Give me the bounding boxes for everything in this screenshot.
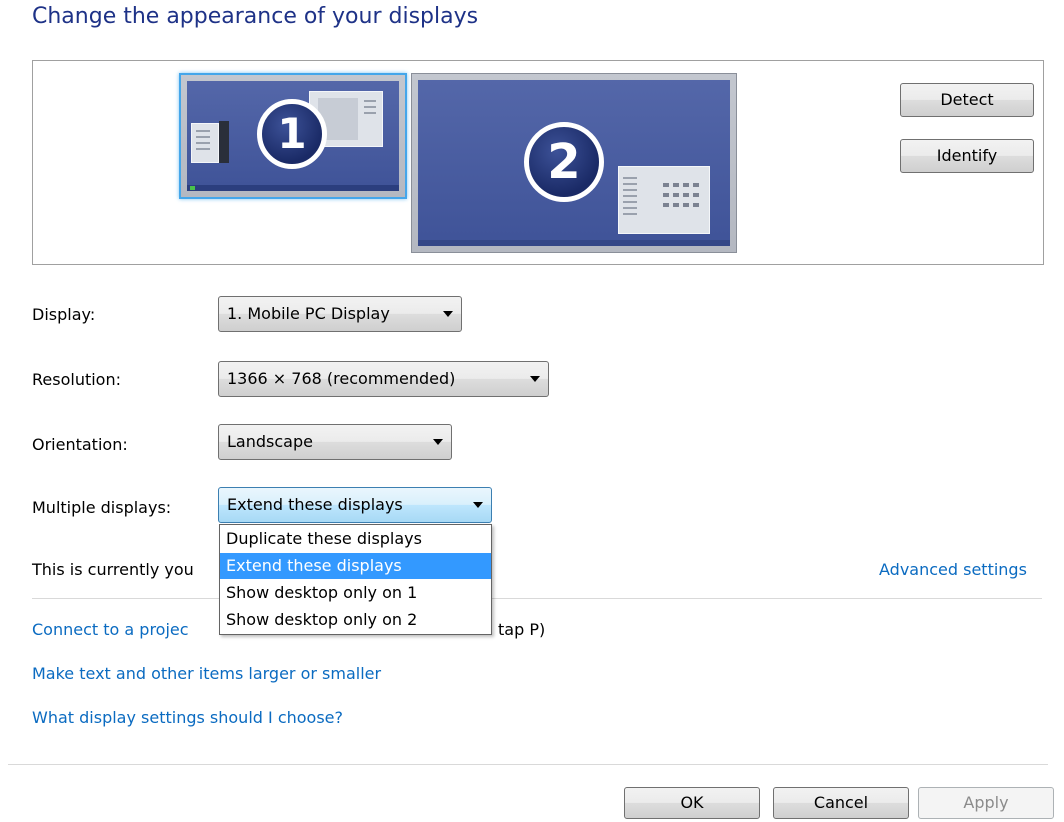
monitor-1-screen: 1 <box>187 81 399 191</box>
apply-button[interactable]: Apply <box>918 787 1054 819</box>
resolution-select-value: 1366 × 768 (recommended) <box>227 369 456 388</box>
ok-button-label: OK <box>680 793 704 812</box>
orientation-select[interactable]: Landscape <box>218 424 452 460</box>
advanced-settings-link[interactable]: Advanced settings <box>879 560 1027 579</box>
cancel-button[interactable]: Cancel <box>773 787 909 819</box>
multiple-displays-dropdown-list: Duplicate these displays Extend these di… <box>219 524 492 635</box>
monitor-2-thumbnail[interactable]: 2 <box>411 73 737 253</box>
apply-button-label: Apply <box>963 793 1009 812</box>
detect-button[interactable]: Detect <box>900 83 1034 117</box>
taskbar <box>418 240 730 246</box>
taskbar <box>187 185 399 191</box>
display-select-value: 1. Mobile PC Display <box>227 304 390 323</box>
window-thumbnail-dark <box>219 121 229 163</box>
connect-projector-shortcut-text: tap P) <box>498 620 546 639</box>
chevron-down-icon <box>433 439 443 445</box>
orientation-select-value: Landscape <box>227 432 313 451</box>
divider <box>32 598 1042 599</box>
monitor-2-screen: 2 <box>418 80 730 246</box>
monitor-1-number: 1 <box>257 99 327 169</box>
identify-button-label: Identify <box>936 146 998 165</box>
display-arrangement-panel: 1 2 Detect Identify <box>32 60 1044 265</box>
text-size-link[interactable]: Make text and other items larger or smal… <box>32 664 381 683</box>
multiple-displays-select[interactable]: Extend these displays <box>218 487 492 523</box>
current-display-text: This is currently you <box>32 560 194 579</box>
ok-button[interactable]: OK <box>624 787 760 819</box>
divider <box>8 764 1048 765</box>
monitor-2-number: 2 <box>524 122 604 202</box>
detect-button-label: Detect <box>940 90 994 109</box>
resolution-label: Resolution: <box>32 370 121 389</box>
resolution-select[interactable]: 1366 × 768 (recommended) <box>218 361 549 397</box>
chevron-down-icon <box>473 502 483 508</box>
monitor-1-thumbnail[interactable]: 1 <box>179 73 407 199</box>
identify-button[interactable]: Identify <box>900 139 1034 173</box>
page-title: Change the appearance of your displays <box>32 4 479 29</box>
dropdown-option-duplicate[interactable]: Duplicate these displays <box>220 526 491 552</box>
multiple-displays-label: Multiple displays: <box>32 498 172 517</box>
display-label: Display: <box>32 305 96 324</box>
connect-projector-link[interactable]: Connect to a projec <box>32 620 189 639</box>
window-thumbnail <box>618 166 710 234</box>
orientation-label: Orientation: <box>32 435 128 454</box>
multiple-displays-select-value: Extend these displays <box>227 495 403 514</box>
dropdown-option-extend[interactable]: Extend these displays <box>220 553 491 579</box>
dropdown-option-desktop-1[interactable]: Show desktop only on 1 <box>220 580 491 606</box>
dropdown-option-desktop-2[interactable]: Show desktop only on 2 <box>220 607 491 633</box>
chevron-down-icon <box>530 376 540 382</box>
start-icon <box>190 186 195 190</box>
window-thumbnail <box>191 123 219 163</box>
display-select[interactable]: 1. Mobile PC Display <box>218 296 462 332</box>
display-settings-help-link[interactable]: What display settings should I choose? <box>32 708 343 727</box>
cancel-button-label: Cancel <box>813 793 869 812</box>
chevron-down-icon <box>443 311 453 317</box>
